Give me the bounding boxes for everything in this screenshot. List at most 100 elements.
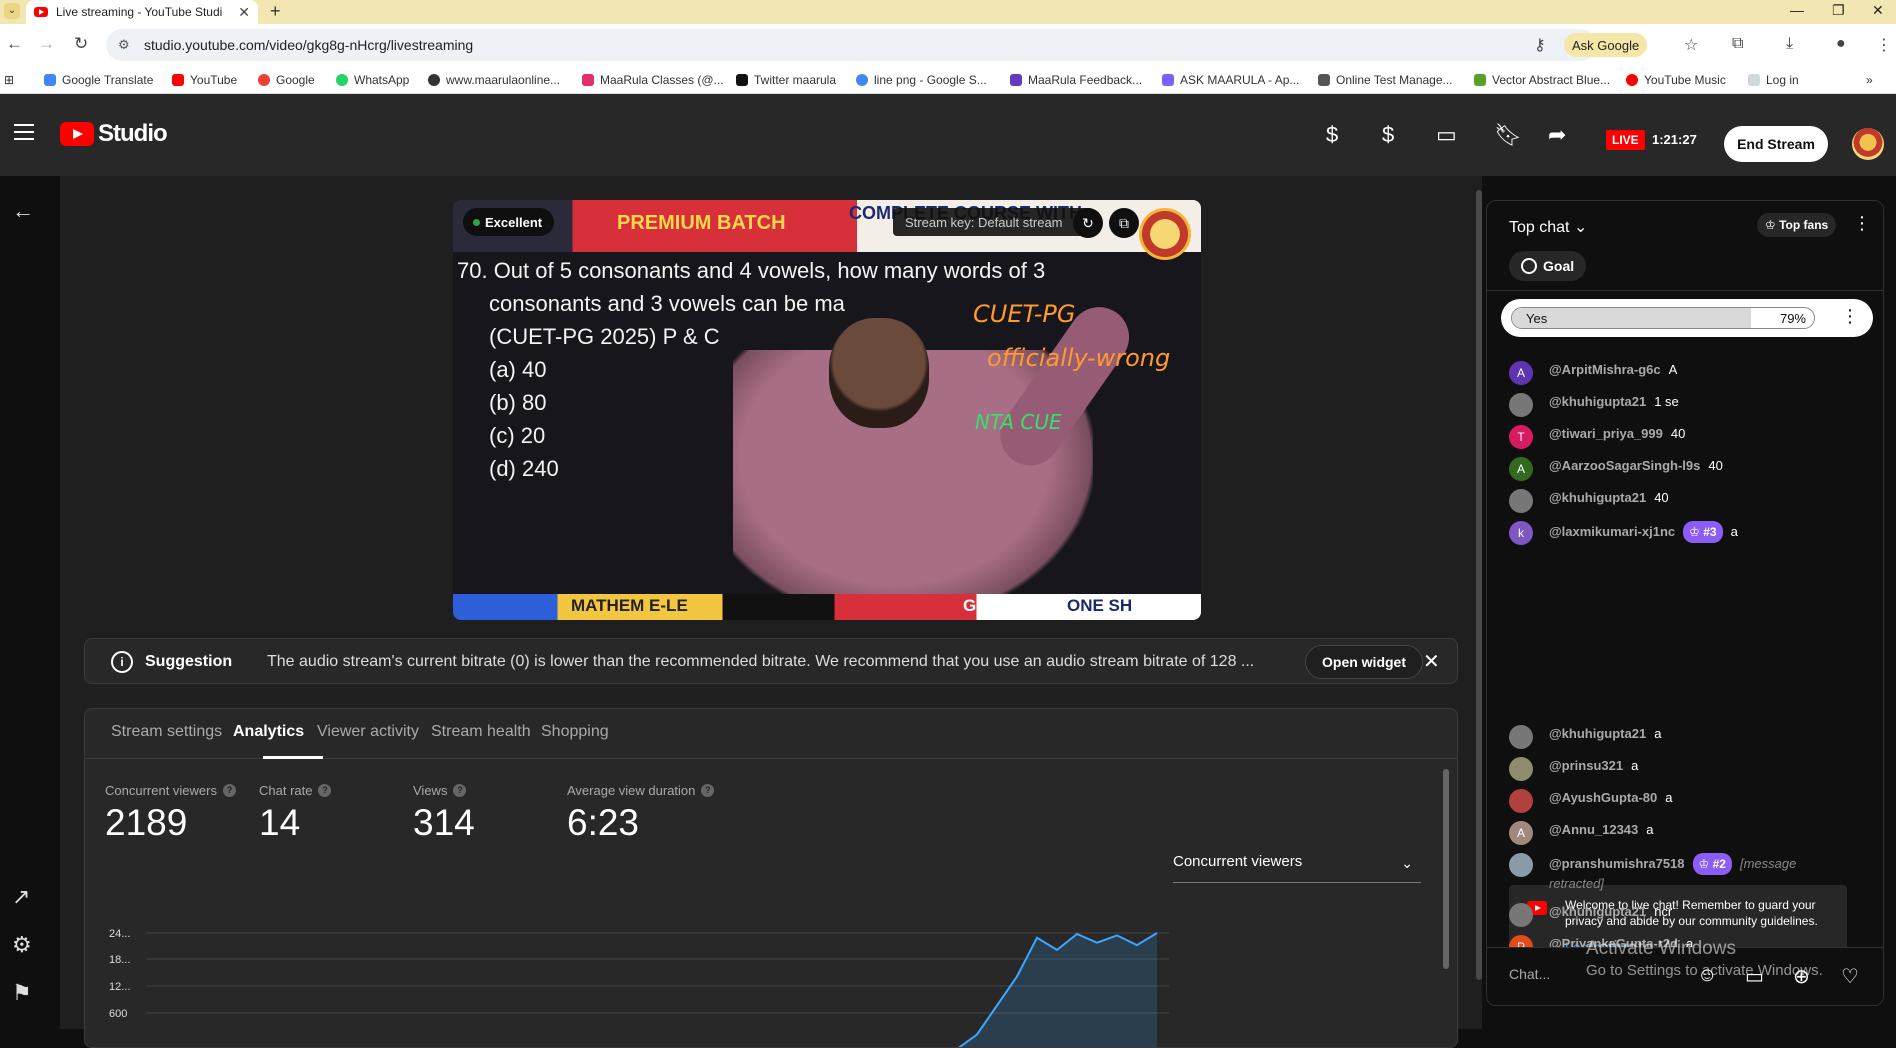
bookmark-google-translate[interactable]: Google Translate: [44, 73, 153, 87]
refresh-icon[interactable]: ↻: [1073, 208, 1103, 238]
more-bookmarks-icon[interactable]: »: [1866, 73, 1873, 87]
avatar[interactable]: k: [1509, 521, 1533, 545]
chat-more-icon[interactable]: ⋮: [1853, 213, 1871, 234]
menu-icon[interactable]: ⋮: [1876, 35, 1892, 55]
hamburger-menu-icon[interactable]: [14, 124, 34, 145]
chat-username[interactable]: @pranshumishra7518: [1549, 856, 1685, 871]
avatar[interactable]: T: [1509, 425, 1533, 449]
bookmark-feedback[interactable]: MaaRula Feedback...: [1010, 73, 1142, 87]
share-icon[interactable]: ➦: [1548, 122, 1566, 148]
reload-icon[interactable]: ↻: [74, 34, 88, 54]
analytics-scrollbar[interactable]: [1443, 769, 1449, 969]
chat-message[interactable]: A @ArpitMishra-g6c A: [1509, 361, 1849, 385]
bookmark-icon[interactable]: 🔖︎: [1494, 122, 1522, 148]
avatar[interactable]: [1509, 853, 1533, 877]
chat-username[interactable]: @Annu_12343: [1549, 822, 1638, 837]
chat-message[interactable]: A @AarzooSagarSingh-l9s 40: [1509, 457, 1849, 481]
settings-gear-icon[interactable]: ⚙: [12, 932, 32, 958]
monetization-icon[interactable]: $: [1326, 122, 1338, 148]
super-chat-icon[interactable]: $: [1382, 122, 1394, 148]
new-tab-icon[interactable]: +: [270, 1, 281, 22]
bookmark-twitter[interactable]: Twitter maarula: [736, 73, 836, 87]
bookmark-star-icon[interactable]: ☆: [1684, 35, 1698, 55]
poll-more-icon[interactable]: ⋮: [1841, 306, 1859, 327]
stream-key-dropdown[interactable]: Stream key: Default stream⌄: [893, 208, 1094, 236]
channel-avatar[interactable]: [1852, 128, 1884, 160]
copy-icon[interactable]: ⧉: [1109, 208, 1139, 238]
chat-username[interactable]: @prinsu321: [1549, 758, 1623, 773]
chat-input[interactable]: Chat...: [1509, 966, 1579, 1000]
metric-select-dropdown[interactable]: Concurrent viewers ⌄: [1173, 853, 1421, 883]
stream-preview[interactable]: PREMIUM BATCH COMPLETE COURSE WITH Excel…: [453, 200, 1201, 620]
bookmark-line-png[interactable]: line png - Google S...: [856, 73, 987, 87]
bookmark-maarulaonline[interactable]: www.maarulaonline...: [428, 73, 560, 87]
avatar[interactable]: [1509, 489, 1533, 513]
tab-stream-settings[interactable]: Stream settings: [111, 723, 222, 741]
password-key-icon[interactable]: ⚷: [1534, 35, 1546, 55]
bookmark-maarula-classes[interactable]: MaaRula Classes (@...: [582, 73, 724, 87]
help-icon[interactable]: ?: [701, 784, 715, 797]
feedback-icon[interactable]: ⚑: [12, 980, 32, 1006]
studio-logo[interactable]: Studio: [60, 120, 168, 148]
profile-icon[interactable]: ●: [1836, 35, 1846, 53]
tab-viewer-activity[interactable]: Viewer activity: [317, 723, 419, 741]
chat-message[interactable]: k @laxmikumari-xj1nc ♔ #3 a: [1509, 521, 1849, 545]
end-stream-button[interactable]: End Stream: [1724, 126, 1828, 162]
chat-username[interactable]: @AarzooSagarSingh-l9s: [1549, 458, 1700, 473]
chat-username[interactable]: @khuhigupta21: [1549, 490, 1646, 505]
help-icon[interactable]: ?: [318, 784, 332, 797]
tab-analytics[interactable]: Analytics: [233, 723, 304, 741]
url-field[interactable]: ⚙ studio.youtube.com/video/gkg8g-nHcrg/l…: [106, 29, 1596, 61]
help-icon[interactable]: ?: [223, 784, 236, 797]
bookmark-youtube-music[interactable]: YouTube Music: [1626, 73, 1726, 87]
chat-username[interactable]: @tiwari_priya_999: [1549, 426, 1663, 441]
tab-stream-health[interactable]: Stream health: [431, 723, 531, 741]
chat-message[interactable]: @khuhigupta21 1 se: [1509, 393, 1849, 417]
site-info-icon[interactable]: ⚙: [118, 37, 130, 53]
bookmark-youtube[interactable]: YouTube: [172, 73, 237, 87]
bookmark-vector[interactable]: Vector Abstract Blue...: [1474, 73, 1610, 87]
tab-search-icon[interactable]: ⌄: [4, 3, 20, 19]
tab-shopping[interactable]: Shopping: [541, 723, 609, 741]
apps-icon[interactable]: ⊞: [4, 73, 14, 87]
back-arrow-icon[interactable]: ←: [12, 198, 34, 224]
download-icon[interactable]: ⤓: [1786, 35, 1793, 53]
main-scrollbar[interactable]: [1476, 176, 1482, 996]
chat-username[interactable]: @laxmikumari-xj1nc: [1549, 524, 1675, 539]
close-icon[interactable]: ✕: [1423, 649, 1440, 674]
back-icon[interactable]: ←: [6, 34, 23, 54]
chat-username[interactable]: @khuhigupta21: [1549, 726, 1646, 741]
minimize-icon[interactable]: —: [1790, 2, 1804, 18]
avatar[interactable]: [1509, 789, 1533, 813]
close-tab-icon[interactable]: ✕: [238, 4, 250, 21]
avatar[interactable]: [1509, 757, 1533, 781]
chat-username[interactable]: @AyushGupta-80: [1549, 790, 1657, 805]
chat-message[interactable]: @khuhigupta21 a: [1509, 725, 1849, 749]
bookmark-ask-maarula[interactable]: ASK MAARULA - Ap...: [1162, 73, 1299, 87]
browser-tab[interactable]: Live streaming - YouTube Studi ✕: [26, 0, 258, 24]
chat-username[interactable]: @ArpitMishra-g6c: [1549, 362, 1661, 377]
top-chat-dropdown[interactable]: Top chat ⌄: [1509, 217, 1587, 237]
open-widget-button[interactable]: Open widget: [1305, 645, 1423, 679]
clapperboard-icon[interactable]: ▭: [1436, 122, 1457, 148]
bookmark-whatsapp[interactable]: WhatsApp: [336, 73, 409, 87]
goal-button[interactable]: Goal: [1509, 251, 1587, 281]
ask-google-button[interactable]: Ask Google: [1564, 33, 1648, 57]
chat-message[interactable]: A @Annu_12343 a: [1509, 821, 1849, 845]
avatar[interactable]: A: [1509, 821, 1533, 845]
help-icon[interactable]: ?: [453, 784, 467, 797]
chat-message[interactable]: @khuhigupta21 40: [1509, 489, 1849, 513]
chat-message[interactable]: @AyushGupta-80 a: [1509, 789, 1849, 813]
heart-icon[interactable]: ♡: [1841, 964, 1859, 989]
bookmark-log-in[interactable]: Log in: [1748, 73, 1799, 87]
chat-message[interactable]: @pranshumishra7518 ♔ #2 [message retracted…: [1509, 853, 1849, 893]
restore-icon[interactable]: ❐: [1832, 2, 1845, 19]
pop-out-icon[interactable]: ↗: [12, 884, 30, 910]
avatar[interactable]: [1509, 903, 1533, 927]
avatar[interactable]: A: [1509, 361, 1533, 385]
poll-banner[interactable]: Yes 79% ⋮: [1501, 299, 1873, 337]
chat-message[interactable]: @khuhigupta21 ncr: [1509, 903, 1849, 927]
avatar[interactable]: A: [1509, 457, 1533, 481]
chat-message[interactable]: T @tiwari_priya_999 40: [1509, 425, 1849, 449]
avatar[interactable]: [1509, 393, 1533, 417]
